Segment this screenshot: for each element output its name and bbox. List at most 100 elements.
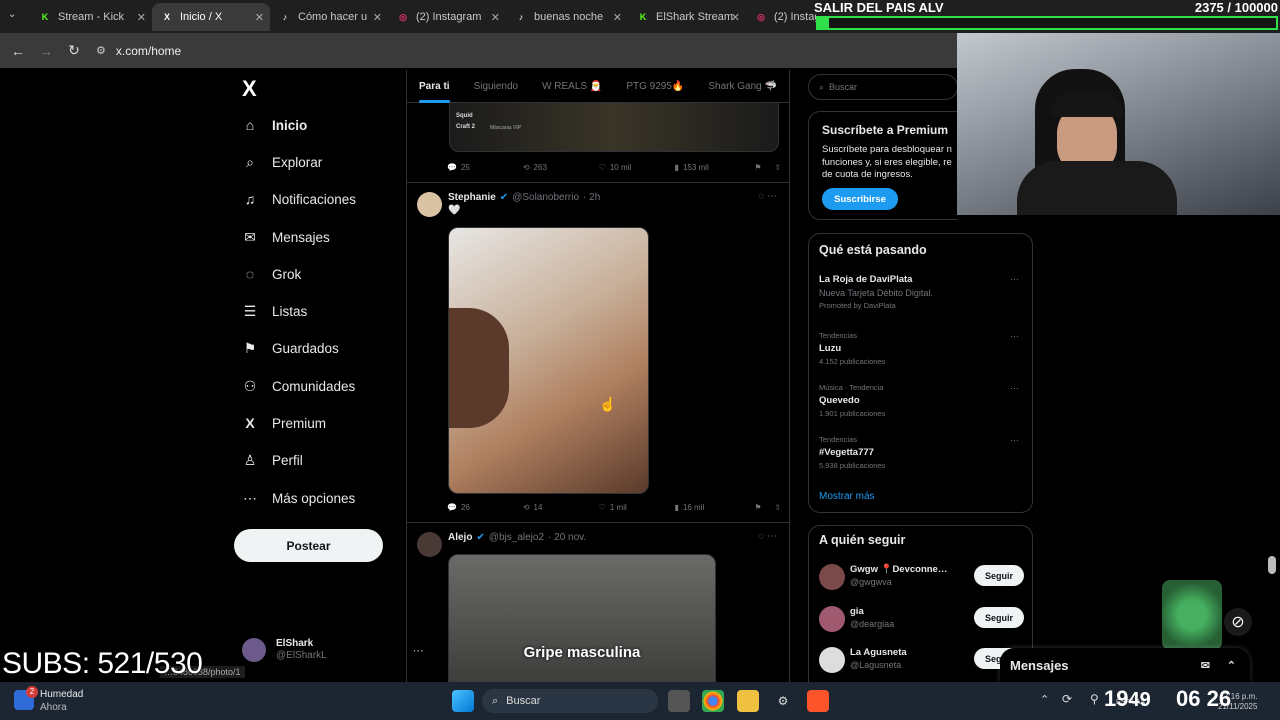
like-button[interactable]: ♡ 10 mil [599,163,675,172]
trend-item[interactable]: Tendencias #Vegetta777 5.938 publicacion… [819,435,1019,470]
follow-suggestion[interactable]: gia @deargiaa Seguir [819,603,1024,637]
sidebar-item-comunidades[interactable]: ⚇ Comunidades [242,378,356,394]
author-handle[interactable]: @bjs_alejo2 [489,532,544,543]
tab-ptg[interactable]: PTG 9295🔥 [614,70,696,103]
post-button[interactable]: Postear [234,529,383,562]
subscribe-button[interactable]: Suscribirse [822,188,898,210]
reply-button[interactable]: 💬 25 [447,163,523,172]
grok-icon[interactable]: ◌ ⋯ [758,531,777,542]
more-icon[interactable]: ⋯ [1010,274,1019,285]
browser-tab[interactable]: K Stream - Kick ✕ [30,3,152,31]
trend-item[interactable]: Tendencias Luzu 4.152 publicaciones ⋯ [819,331,1019,366]
weather-widget[interactable]: Humedad Ahora [40,688,83,714]
messages-drawer[interactable]: Mensajes ✉ ⌃ [1000,648,1250,682]
close-icon[interactable]: ✕ [731,11,740,24]
chevron-up-icon[interactable]: ⌃ [1227,659,1236,672]
post[interactable]: Stephanie ✔ @Solanoberrio · 2h ◌ ⋯ 🤍 ☝ 💬… [407,183,789,523]
follow-suggestion[interactable]: Gwgw 📍Devconne… @gwgwva Seguir [819,561,1024,595]
sidebar-item-explorar[interactable]: ⌕ Explorar [242,154,322,170]
sidebar-item-grok[interactable]: ◌ Grok [242,266,301,282]
sidebar-item-premium[interactable]: X Premium [242,415,326,431]
share-icon[interactable]: ⇧ [774,503,781,512]
reload-icon[interactable]: ↻ [60,42,88,59]
close-icon[interactable]: ✕ [255,11,264,24]
share-icon[interactable]: ⇧ [774,163,781,172]
premium-card: Suscríbete a Premium Suscríbete para des… [808,111,958,220]
browser-tab-active[interactable]: X Inicio / X ✕ [152,3,270,31]
show-more-link[interactable]: Mostrar más [819,491,875,502]
browser-tab[interactable]: ♪ buenas noche ✕ [506,3,628,31]
close-icon[interactable]: ✕ [137,11,146,24]
follow-suggestion[interactable]: La Agusneta @Lagusneta Seguir [819,644,1024,678]
chevron-up-icon[interactable]: ⌃ [1040,693,1049,706]
task-view-icon[interactable] [668,690,690,712]
follow-button[interactable]: Seguir [974,607,1024,628]
sidebar-item-guardados[interactable]: ⚑ Guardados [242,340,339,356]
back-icon[interactable]: ← [4,43,32,59]
grok-icon[interactable]: ◌ ⋯ [758,191,777,202]
post-video[interactable]: Gripe masculina [448,554,716,682]
browser-tab[interactable]: ◎ (2) Instagram [746,3,816,31]
bookmark-icon[interactable]: ⚑ [754,503,774,512]
x-logo-icon[interactable]: X [242,76,257,102]
messages-title: Mensajes [1010,657,1069,673]
sidebar-item-perfil[interactable]: ♙ Perfil [242,452,303,468]
sync-icon[interactable]: ⟳ [1062,692,1072,706]
views-button[interactable]: ▮ 16 mil [675,503,755,512]
bookmark-icon[interactable]: ⚑ [754,163,774,172]
site-settings-icon[interactable]: ⚙ [96,44,106,57]
brave-icon[interactable] [807,690,829,712]
more-icon[interactable]: ⋯ [1010,435,1019,446]
post-time[interactable]: · 2h [583,192,600,203]
more-icon[interactable]: ⋯ [1010,383,1019,394]
post-time[interactable]: · 20 nov. [548,532,586,543]
browser-tab[interactable]: ◎ (2) Instagram ✕ [388,3,506,31]
search-input[interactable]: ⌕ Buscar [808,74,958,100]
avatar[interactable] [417,192,442,217]
post[interactable]: Squid Craft 2 Máscaras VIP 💬 25 ⟲ 263 ♡ 10 … [407,91,789,183]
repost-button[interactable]: ⟲ 263 [523,163,599,172]
sidebar-item-notificaciones[interactable]: ♫ Notificaciones [242,191,356,207]
repost-button[interactable]: ⟲ 14 [523,503,599,512]
author-name[interactable]: Stephanie [448,192,496,203]
trend-item[interactable]: Música · Tendencia Quevedo 1.901 publica… [819,383,1019,418]
like-button[interactable]: ♡ 1 mil [599,503,675,512]
tab-search-chevron-icon[interactable]: ⌄ [8,9,16,20]
mic-icon[interactable]: ⚲ [1090,692,1099,706]
taskbar-search[interactable]: ⌕ Buscar [482,689,658,713]
new-message-icon[interactable]: ✉ [1201,659,1210,672]
avatar[interactable] [417,532,442,557]
post[interactable]: Alejo ✔ @bjs_alejo2 · 20 nov. ◌ ⋯ Gripe … [407,523,789,682]
settings-icon[interactable]: ⚙ [772,690,794,712]
sidebar-item-inicio[interactable]: ⌂ Inicio [242,117,308,133]
chrome-icon[interactable] [702,690,724,712]
views-button[interactable]: ▮ 153 mil [675,163,755,172]
windows-start-icon[interactable] [452,690,474,712]
grok-float-icon[interactable]: ⊘ [1224,608,1252,636]
url-field[interactable]: ⚙ x.com/home [96,44,181,58]
tab-siguiendo[interactable]: Siguiendo [462,70,530,103]
close-icon[interactable]: ✕ [491,11,500,24]
post-header: Alejo ✔ @bjs_alejo2 · 20 nov. [448,532,586,543]
sidebar-item-mas-opciones[interactable]: ⋯ Más opciones [242,490,355,506]
close-icon[interactable]: ✕ [613,11,622,24]
account-switcher[interactable]: ElShark @ElSharkL ⋯ [242,638,424,662]
tab-shark-gang[interactable]: Shark Gang 🦈 [696,70,789,103]
author-handle[interactable]: @Solanoberrio [512,192,579,203]
tab-w-reals[interactable]: W REALS 🎅 [530,70,614,103]
sidebar-item-listas[interactable]: ☰ Listas [242,303,308,319]
browser-tab[interactable]: ♪ Cómo hacer u ✕ [270,3,388,31]
trend-item[interactable]: La Roja de DaviPlata Nueva Tarjeta Débit… [819,274,1019,310]
browser-tab[interactable]: K ElShark Stream ✕ [628,3,746,31]
forward-icon[interactable]: → [32,43,60,59]
reply-button[interactable]: 💬 26 [447,503,523,512]
author-name[interactable]: Alejo [448,532,472,543]
follow-button[interactable]: Seguir [974,565,1024,586]
sidebar-item-mensajes[interactable]: ✉ Mensajes [242,229,330,245]
post-image[interactable]: ☝ [448,227,649,494]
folder-icon[interactable] [737,690,759,712]
more-icon[interactable]: ⋯ [1010,331,1019,342]
tab-para-ti[interactable]: Para ti [407,70,462,103]
close-icon[interactable]: ✕ [373,11,382,24]
scrollbar-thumb[interactable] [1268,556,1276,574]
